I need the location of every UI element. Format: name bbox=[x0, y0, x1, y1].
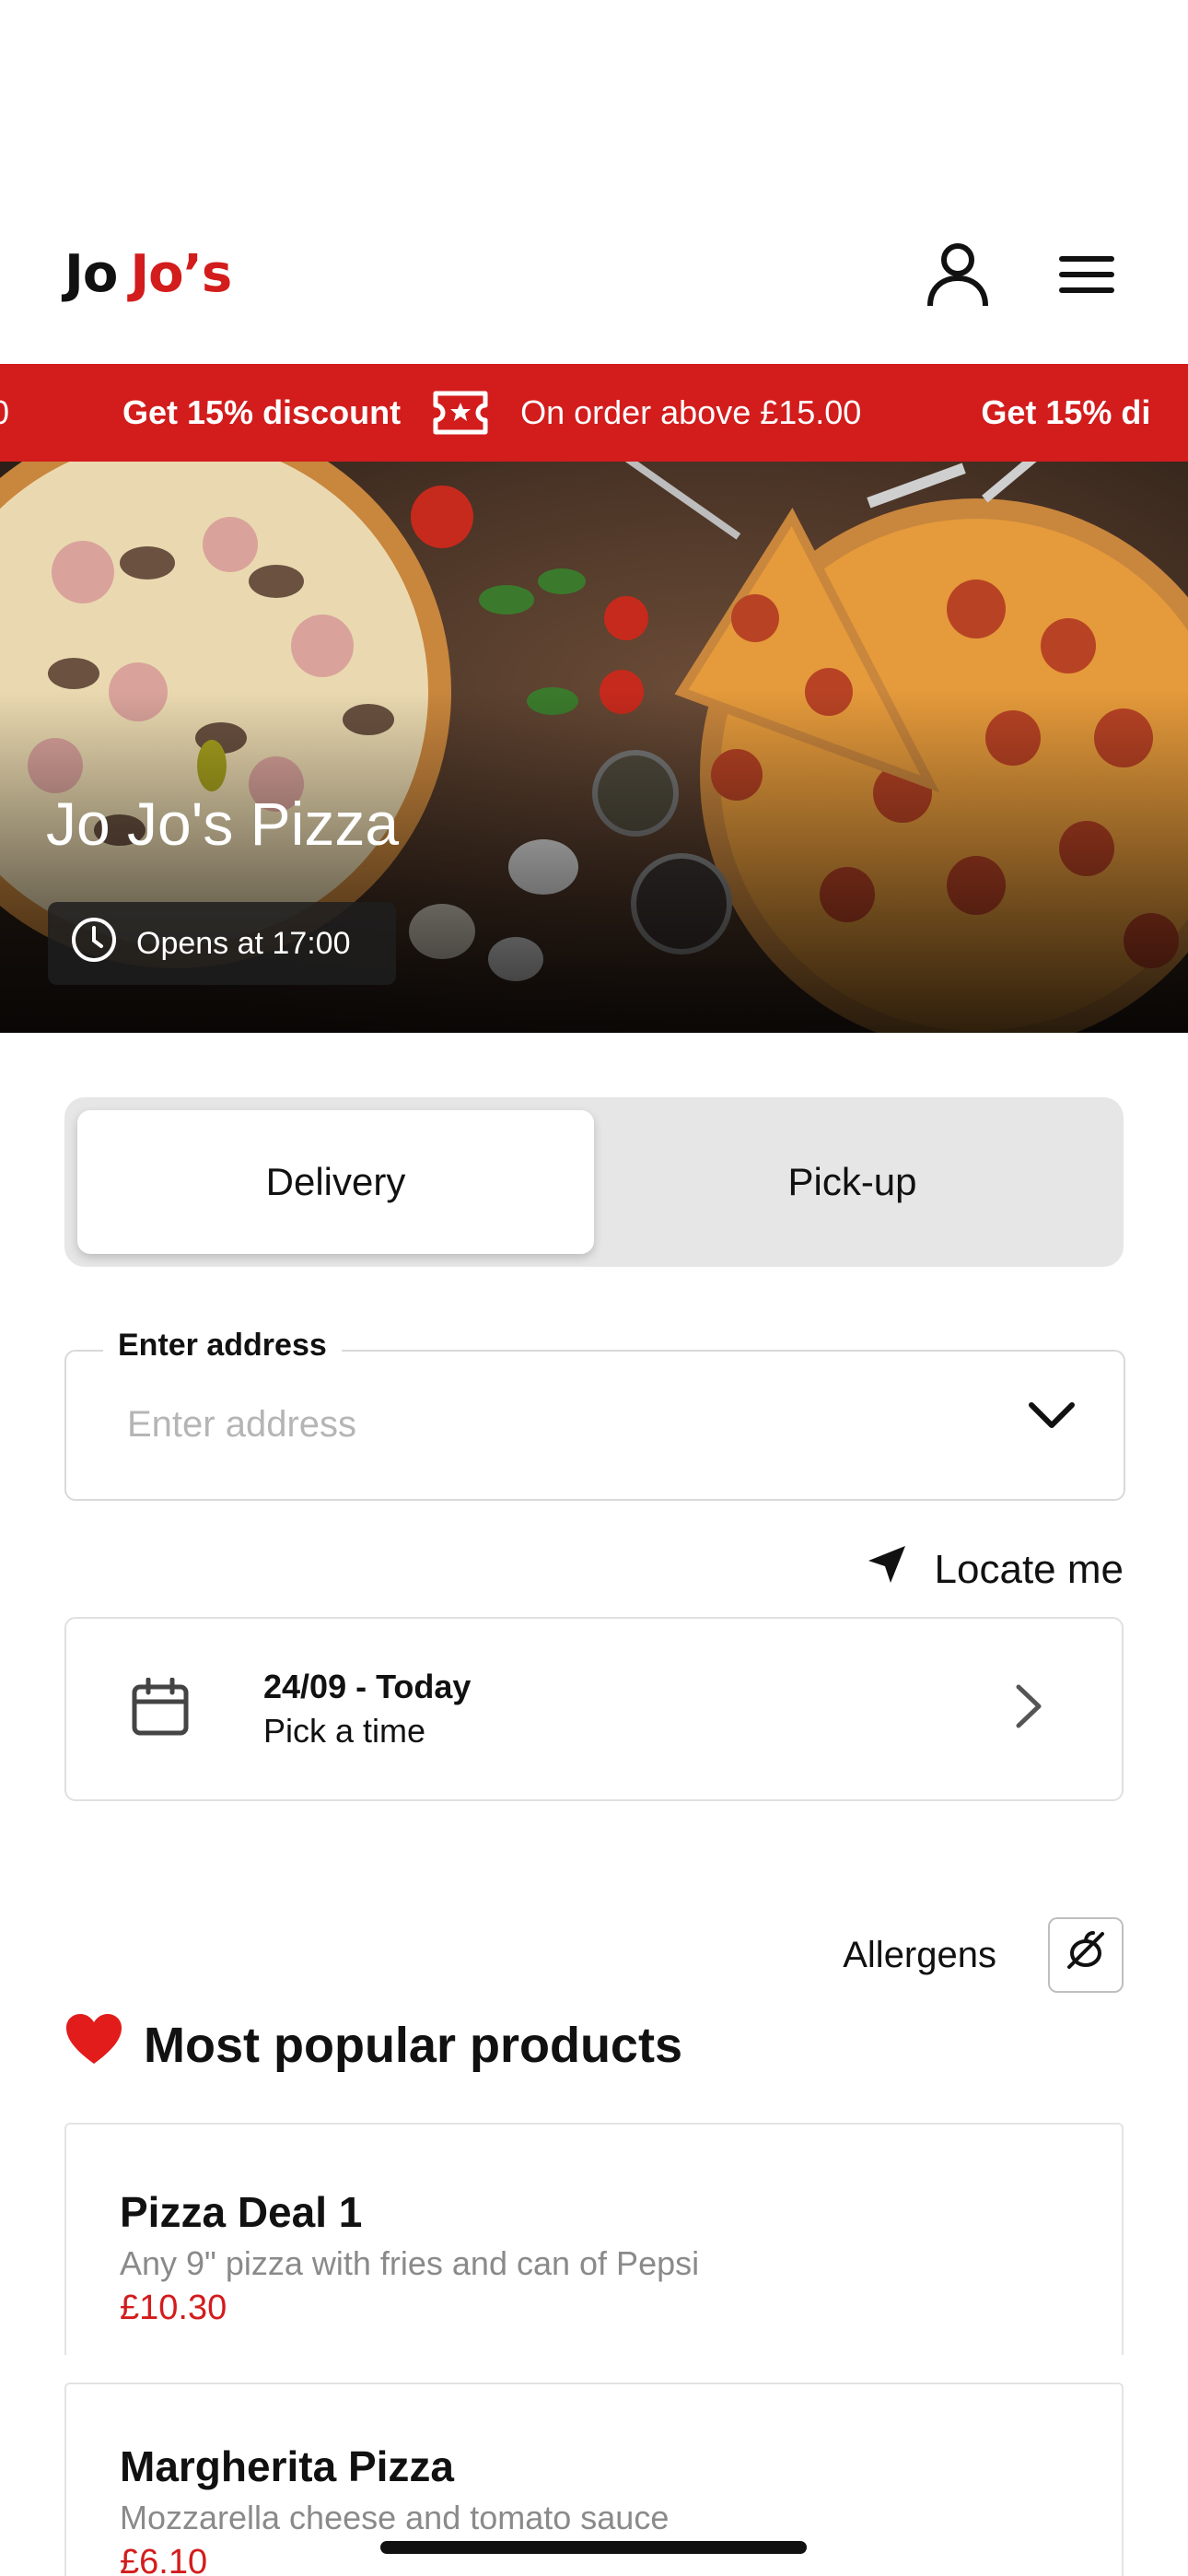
chevron-right-icon bbox=[1015, 1683, 1042, 1734]
opening-status-badge: Opens at 17:00 bbox=[48, 902, 396, 985]
tab-pickup[interactable]: Pick-up bbox=[594, 1110, 1111, 1254]
calendar-icon bbox=[131, 1677, 190, 1741]
restaurant-name: Jo Jo's Pizza bbox=[46, 790, 400, 858]
allergens-label: Allergens bbox=[843, 1934, 996, 1975]
header-actions bbox=[921, 238, 1124, 311]
user-icon[interactable] bbox=[921, 238, 995, 311]
tab-delivery[interactable]: Delivery bbox=[77, 1110, 594, 1254]
menu-icon[interactable] bbox=[1050, 238, 1124, 311]
home-indicator[interactable] bbox=[380, 2541, 807, 2554]
address-label: Enter address bbox=[103, 1328, 342, 1364]
chevron-down-icon[interactable] bbox=[1028, 1399, 1076, 1435]
app-screen: Jo Jo’s 0 Get 15% discount On order abov… bbox=[0, 0, 1188, 2576]
ticket-icon bbox=[432, 390, 489, 436]
promo-banner[interactable]: 0 Get 15% discount On order above £15.00… bbox=[0, 364, 1188, 462]
location-arrow-icon bbox=[867, 1544, 907, 1595]
logo-part1: Jo bbox=[64, 244, 118, 304]
promo-title: Get 15% discount bbox=[122, 393, 402, 431]
hero-banner: Jo Jo's Pizza Opens at 17:00 bbox=[0, 462, 1188, 1033]
schedule-picker[interactable]: 24/09 - Today Pick a time bbox=[64, 1617, 1124, 1801]
order-mode-toggle: Delivery Pick-up bbox=[64, 1097, 1124, 1267]
address-input[interactable] bbox=[125, 1403, 954, 1446]
product-name: Pizza Deal 1 bbox=[120, 2188, 363, 2236]
logo[interactable]: Jo Jo’s bbox=[64, 244, 232, 304]
locate-me-button[interactable]: Locate me bbox=[867, 1544, 1124, 1595]
allergens-filter: Allergens bbox=[843, 1917, 1124, 1993]
address-field[interactable]: Enter address bbox=[64, 1328, 1125, 1501]
heart-icon bbox=[64, 2012, 123, 2078]
product-price: £10.30 bbox=[120, 2289, 227, 2327]
product-description: Mozzarella cheese and tomato sauce bbox=[120, 2499, 670, 2536]
header: Jo Jo’s bbox=[0, 184, 1188, 364]
allergen-button[interactable] bbox=[1048, 1917, 1124, 1993]
promo-subtitle: On order above £15.00 bbox=[520, 393, 862, 431]
opening-status-text: Opens at 17:00 bbox=[136, 925, 351, 961]
schedule-text: 24/09 - Today Pick a time bbox=[263, 1668, 471, 1751]
product-name: Margherita Pizza bbox=[120, 2442, 454, 2490]
logo-part2: Jo’s bbox=[130, 244, 232, 304]
allergen-icon bbox=[1064, 1928, 1108, 1982]
promo-title-repeat: Get 15% di bbox=[981, 393, 1151, 431]
section-title-popular: Most popular products bbox=[64, 2012, 682, 2078]
product-description: Any 9" pizza with fries and can of Pepsi bbox=[120, 2244, 700, 2282]
schedule-date: 24/09 - Today bbox=[263, 1668, 472, 1705]
schedule-time-prompt: Pick a time bbox=[263, 1712, 426, 1750]
clock-icon bbox=[70, 916, 118, 972]
product-card[interactable]: Pizza Deal 1 Any 9" pizza with fries and… bbox=[64, 2123, 1124, 2355]
section-title-text: Most popular products bbox=[144, 2017, 682, 2073]
locate-me-label: Locate me bbox=[934, 1546, 1124, 1592]
